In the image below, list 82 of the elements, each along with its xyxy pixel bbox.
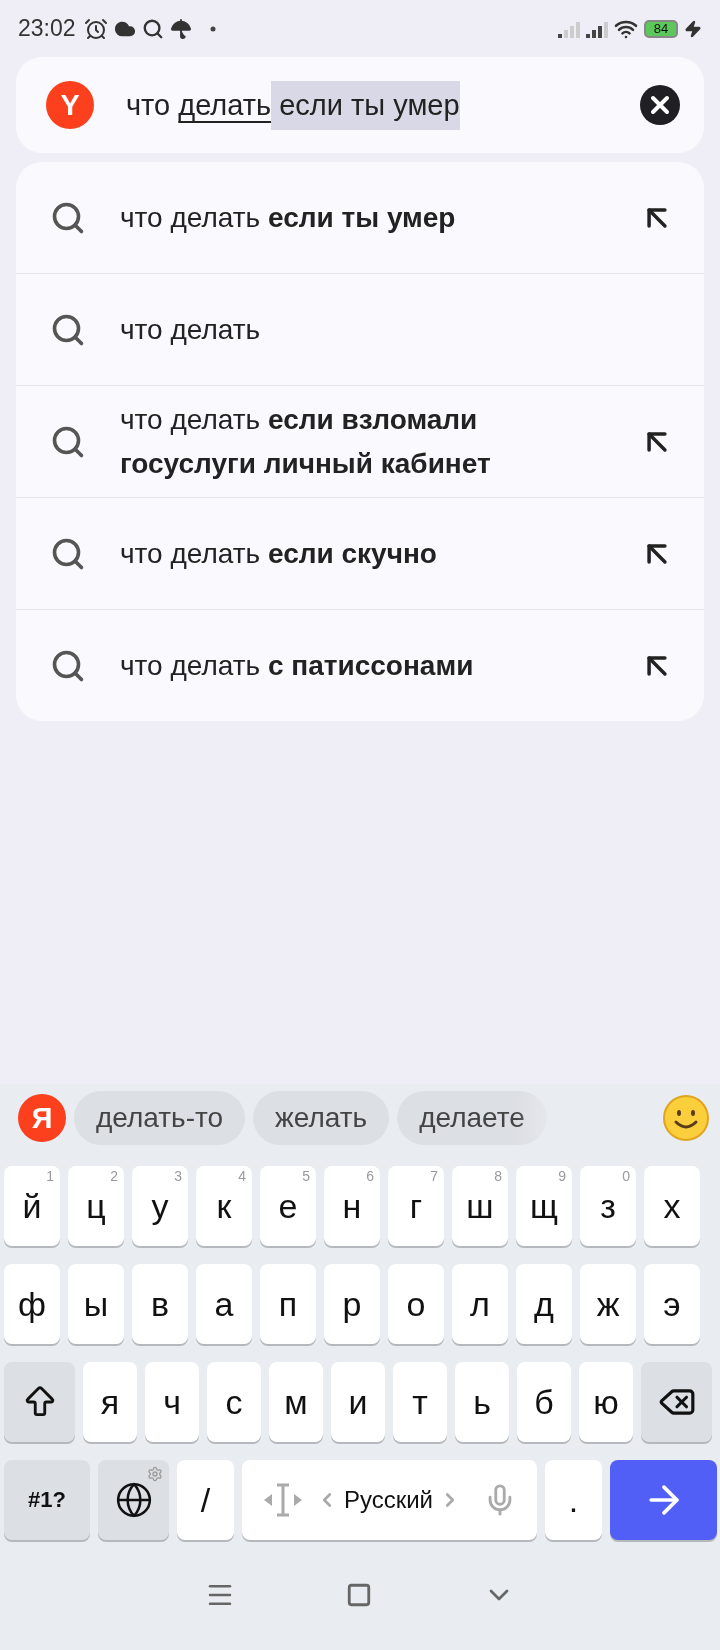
word-suggestion[interactable]: желать [253, 1091, 390, 1145]
key[interactable]: о [388, 1264, 444, 1344]
query-text: что [126, 87, 172, 123]
clear-icon[interactable] [640, 85, 680, 125]
key[interactable]: у 3 [132, 1166, 188, 1246]
word-suggestion[interactable]: делаете [397, 1091, 547, 1145]
key[interactable]: н 6 [324, 1166, 380, 1246]
key[interactable]: ь [455, 1362, 509, 1442]
key[interactable]: л [452, 1264, 508, 1344]
suggestion-row[interactable]: что делать если взломали госуслуги личный кабинет [16, 385, 704, 497]
smiley-icon[interactable] [662, 1094, 710, 1142]
home-icon[interactable] [346, 1582, 372, 1608]
key[interactable]: / [177, 1460, 234, 1540]
key[interactable]: а [196, 1264, 252, 1344]
key[interactable]: ц 2 [68, 1166, 124, 1246]
key[interactable]: я [83, 1362, 137, 1442]
word-suggestion[interactable]: делать-то [74, 1091, 246, 1145]
key[interactable]: ы [68, 1264, 124, 1344]
suggestion-row[interactable]: что делать с патиссонами [16, 609, 704, 721]
battery-level: 84 [644, 19, 678, 38]
key[interactable]: х [644, 1166, 700, 1246]
key[interactable]: б [517, 1362, 571, 1442]
language-label: Русский [343, 1486, 434, 1514]
key[interactable]: ч [145, 1362, 199, 1442]
search-field[interactable]: Y что делать если ты умер [16, 57, 704, 153]
key[interactable]: ш 8 [452, 1166, 508, 1246]
space-key[interactable]: Русский [242, 1460, 537, 1540]
suggestion-text: что делать если ты умер [120, 200, 457, 235]
key[interactable]: э [644, 1264, 700, 1344]
key[interactable]: п [260, 1264, 316, 1344]
key[interactable]: ф [4, 1264, 60, 1344]
key[interactable]: р [324, 1264, 380, 1344]
key-hint: 3 [174, 1168, 182, 1184]
enter-key[interactable] [610, 1460, 717, 1540]
key[interactable]: й 1 [4, 1166, 60, 1246]
shift-key[interactable] [4, 1362, 75, 1442]
language-key[interactable] [98, 1460, 169, 1540]
key[interactable]: к 4 [196, 1166, 252, 1246]
key-hint: 6 [366, 1168, 374, 1184]
key-hint: 7 [430, 1168, 438, 1184]
key[interactable]: в [132, 1264, 188, 1344]
symbols-key[interactable]: #1? [4, 1460, 90, 1540]
key[interactable]: и [331, 1362, 385, 1442]
gear-icon [147, 1466, 163, 1482]
keyboard-logo[interactable]: Я [18, 1094, 66, 1142]
signal-icon [558, 19, 580, 38]
suggestion-text: что делать если скучно [120, 536, 438, 571]
query-text: если ты умер [271, 80, 460, 130]
key[interactable]: з 0 [580, 1166, 636, 1246]
key[interactable]: г 7 [388, 1166, 444, 1246]
key[interactable]: е 5 [260, 1166, 316, 1246]
umbrella-icon [169, 17, 192, 40]
search-logo: Y [46, 81, 94, 129]
key-hint: 1 [46, 1168, 54, 1184]
key[interactable]: м [269, 1362, 323, 1442]
key[interactable]: щ 9 [516, 1166, 572, 1246]
query-text: делать [178, 87, 272, 123]
key-hint: 8 [494, 1168, 502, 1184]
key[interactable]: ж [580, 1264, 636, 1344]
key-hint: 0 [622, 1168, 630, 1184]
suggestion-text: что делать если взломали госуслуги личный кабинет [120, 403, 492, 481]
alarm-icon [83, 16, 108, 41]
key[interactable]: ю [579, 1362, 633, 1442]
key[interactable]: т [393, 1362, 447, 1442]
backspace-key[interactable] [641, 1362, 712, 1442]
suggestion-text: что делать с патиссонами [120, 648, 475, 683]
globe-icon [114, 1481, 153, 1519]
suggestion-row[interactable]: что делать [16, 273, 704, 385]
suggestion-row[interactable]: что делать если ты умер [16, 162, 704, 273]
key[interactable]: . [545, 1460, 602, 1540]
dot-icon [209, 25, 216, 32]
search-icon [141, 17, 164, 40]
status-time: 23:02 [18, 15, 76, 42]
key-hint: 4 [238, 1168, 246, 1184]
key-hint: 5 [302, 1168, 310, 1184]
key-hint: 9 [558, 1168, 566, 1184]
key[interactable]: д [516, 1264, 572, 1344]
suggestion-row[interactable]: что делать если скучно [16, 497, 704, 609]
key-hint: 2 [110, 1168, 118, 1184]
key[interactable]: с [207, 1362, 261, 1442]
suggestion-text: что делать [120, 312, 262, 347]
signal-icon [586, 19, 608, 38]
